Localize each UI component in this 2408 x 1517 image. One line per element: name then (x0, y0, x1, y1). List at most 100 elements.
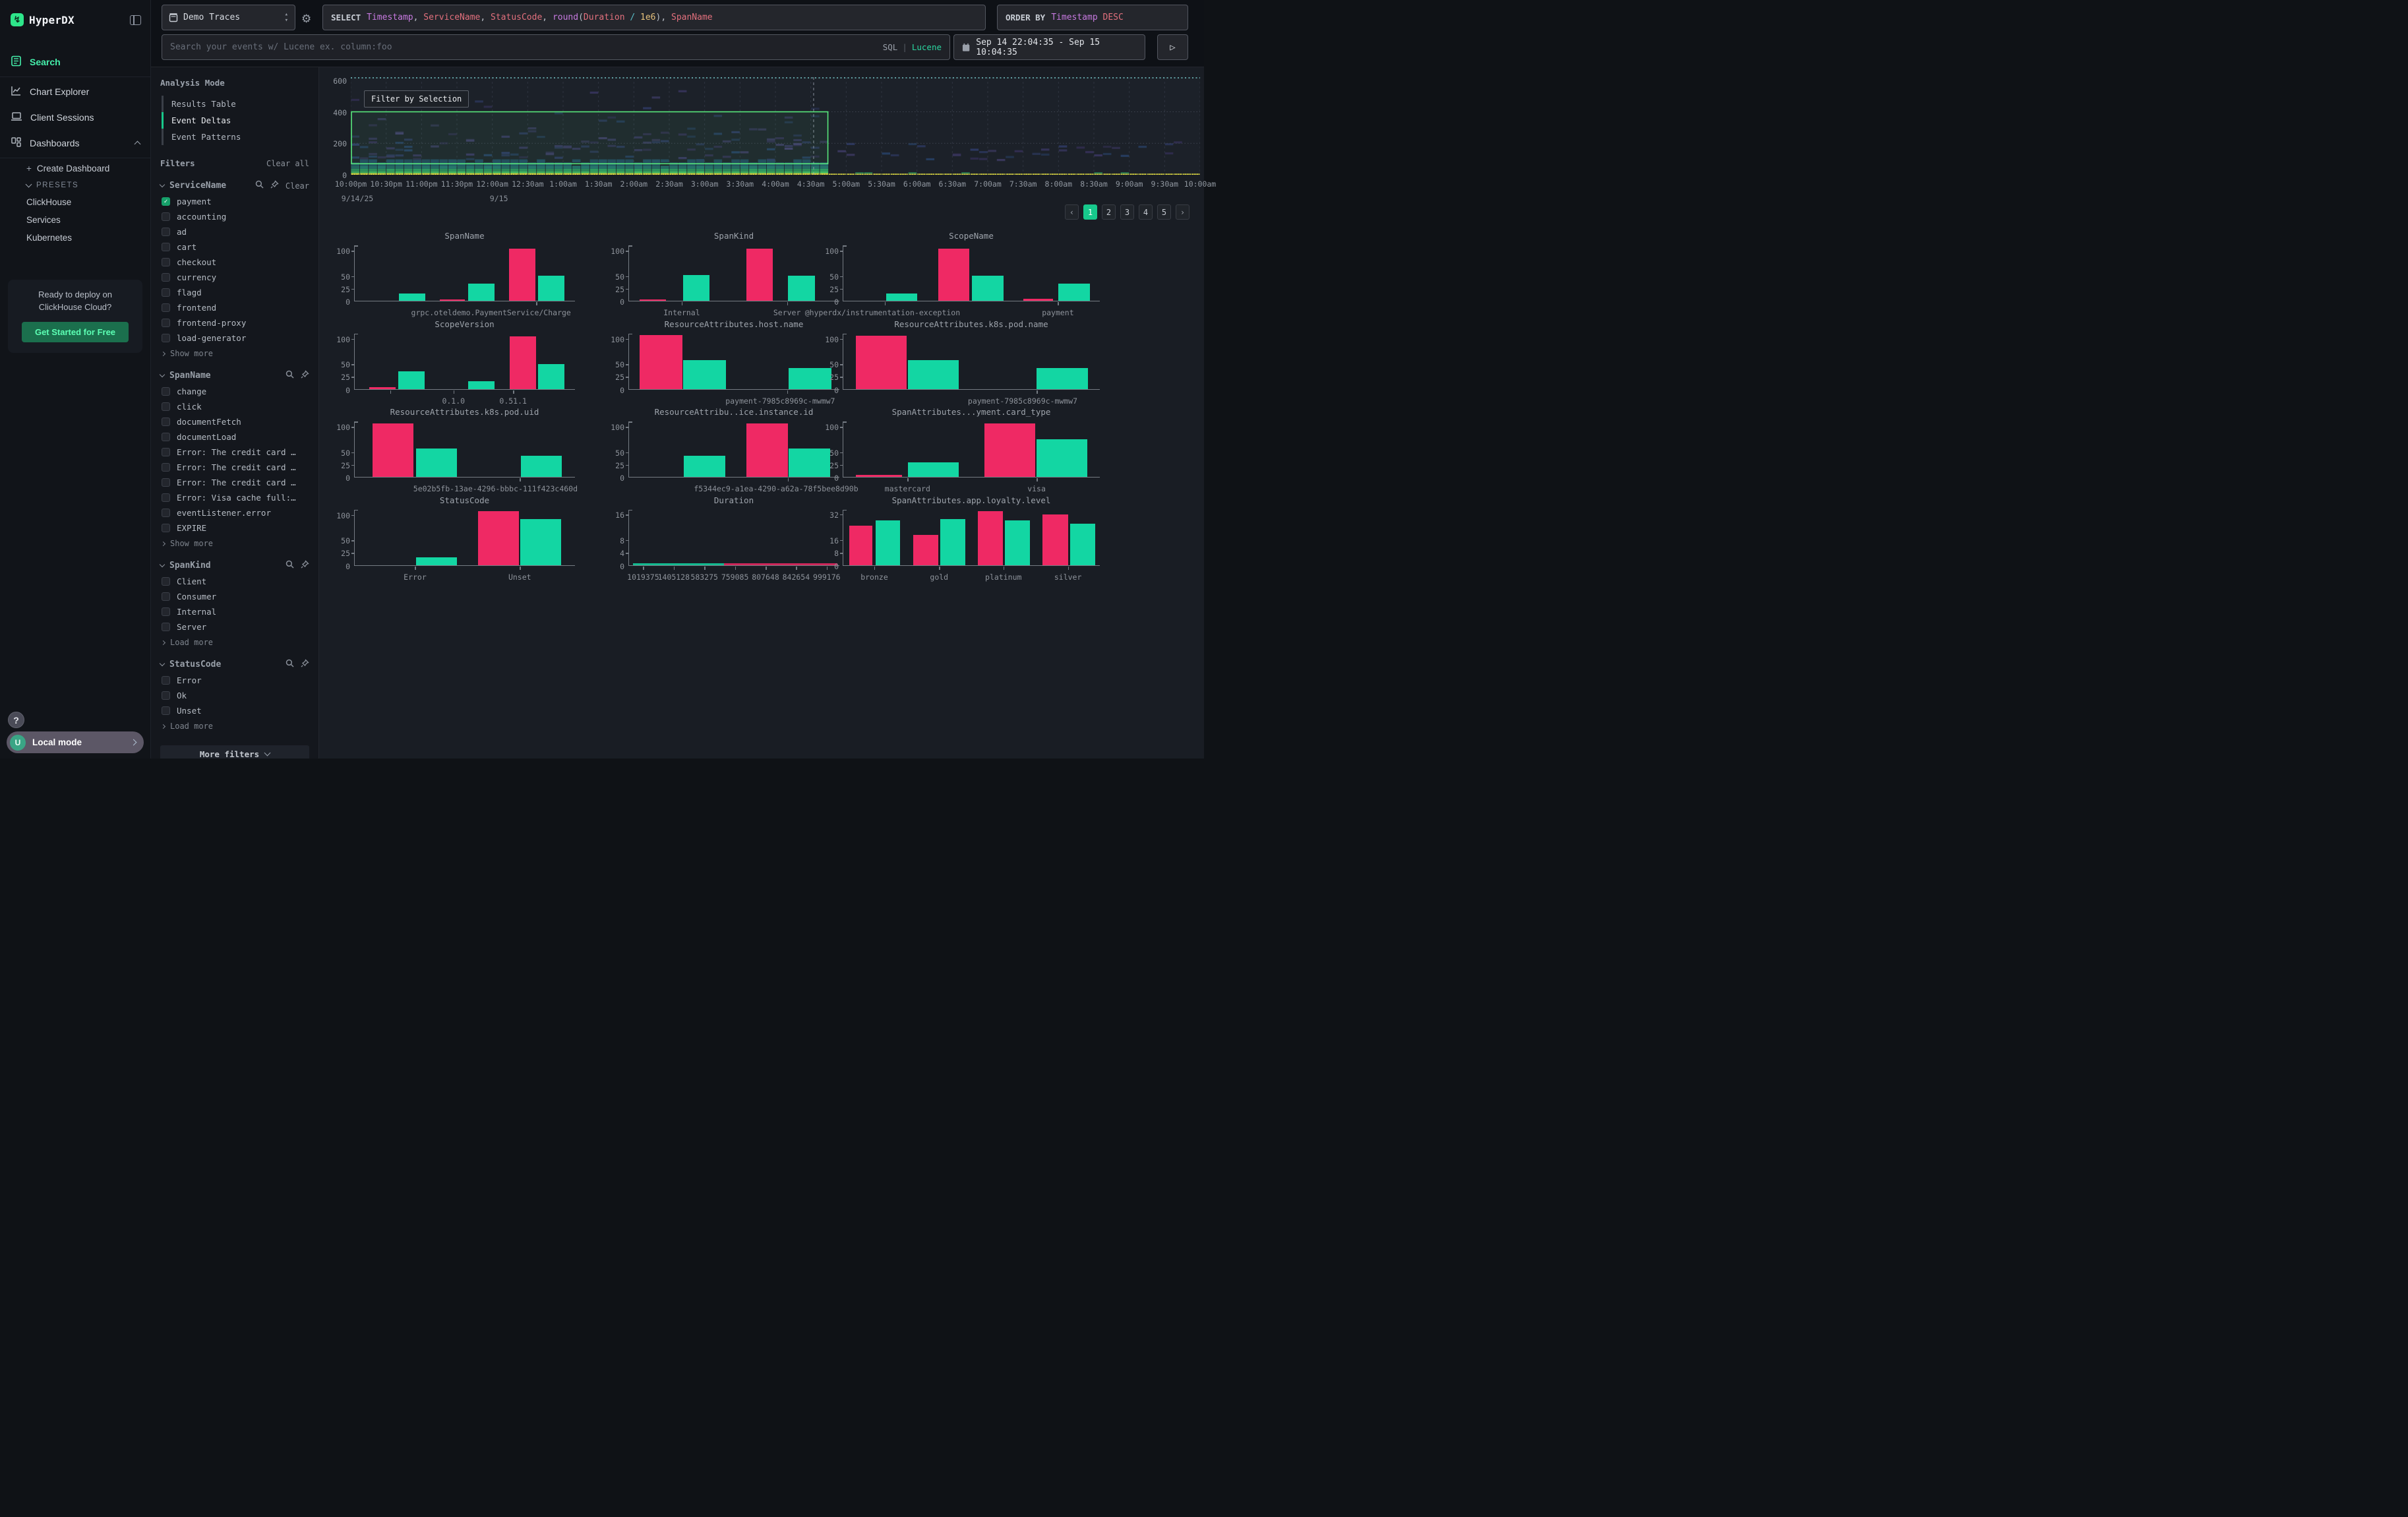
events-heatmap[interactable]: Filter by Selection (351, 77, 1200, 175)
chart-plot[interactable] (628, 245, 839, 301)
order-by-input[interactable]: ORDER BY Timestamp DESC (997, 5, 1188, 30)
chart-plot[interactable] (628, 421, 839, 478)
help-button[interactable]: ? (8, 712, 24, 728)
search-icon[interactable] (255, 180, 264, 191)
select-expression-input[interactable]: SELECT Timestamp, ServiceName, StatusCod… (322, 5, 986, 30)
pin-icon[interactable] (301, 659, 309, 670)
filter-option-error[interactable]: Error (160, 675, 309, 685)
checkbox-unchecked[interactable] (162, 706, 170, 715)
filter-option-expire[interactable]: EXPIRE (160, 523, 309, 533)
search-input[interactable] (170, 42, 883, 52)
filter-option-consumer[interactable]: Consumer (160, 592, 309, 602)
load-more-link[interactable]: Load more (160, 638, 309, 647)
filter-option-load-generator[interactable]: load-generator (160, 333, 309, 343)
sidebar-item-client-sessions[interactable]: Client Sessions (0, 105, 150, 130)
filter-option-documentfetch[interactable]: documentFetch (160, 417, 309, 427)
filter-group-header-spanname[interactable]: SpanName (160, 370, 309, 381)
filter-option-accounting[interactable]: accounting (160, 212, 309, 222)
clear-group-button[interactable]: Clear (286, 181, 309, 191)
checkbox-unchecked[interactable] (162, 228, 170, 236)
sidebar-item-chart-explorer[interactable]: Chart Explorer (0, 78, 150, 105)
checkbox-unchecked[interactable] (162, 493, 170, 502)
checkbox-unchecked[interactable] (162, 433, 170, 441)
search-icon[interactable] (286, 659, 294, 670)
filter-option-error-visa-cache-full-[interactable]: Error: Visa cache full: … (160, 493, 309, 503)
data-source-select[interactable]: Demo Traces ▴▾ (162, 5, 295, 30)
checkbox-unchecked[interactable] (162, 288, 170, 297)
filter-option-eventlistener-error[interactable]: eventListener.error (160, 508, 309, 518)
pin-icon[interactable] (301, 370, 309, 381)
chart-plot[interactable] (628, 334, 839, 390)
page-prev-button[interactable]: ‹ (1065, 204, 1079, 220)
checkbox-unchecked[interactable] (162, 303, 170, 312)
checkbox-unchecked[interactable] (162, 258, 170, 266)
page-button-5[interactable]: 5 (1157, 204, 1171, 220)
sidebar-item-search[interactable]: Search (0, 49, 150, 75)
filter-option-frontend[interactable]: frontend (160, 303, 309, 313)
filter-by-selection-button[interactable]: Filter by Selection (364, 90, 469, 108)
load-more-link[interactable]: Load more (160, 722, 309, 731)
run-query-button[interactable]: ▷ (1157, 34, 1188, 60)
analysis-mode-event-patterns[interactable]: Event Patterns (162, 129, 309, 145)
filter-group-header-spankind[interactable]: SpanKind (160, 560, 309, 571)
analysis-mode-event-deltas[interactable]: Event Deltas (162, 112, 309, 129)
more-filters-button[interactable]: More filters (160, 745, 309, 758)
lang-toggle-sql[interactable]: SQL (883, 42, 898, 52)
checkbox-unchecked[interactable] (162, 243, 170, 251)
pin-icon[interactable] (270, 180, 279, 191)
page-button-4[interactable]: 4 (1139, 204, 1153, 220)
sidebar-subitem-presets[interactable]: PRESETS (0, 177, 150, 193)
checkbox-unchecked[interactable] (162, 387, 170, 396)
filter-option-documentload[interactable]: documentLoad (160, 432, 309, 442)
checkbox-unchecked[interactable] (162, 623, 170, 631)
checkbox-unchecked[interactable] (162, 676, 170, 685)
lang-toggle-lucene[interactable]: Lucene (912, 42, 942, 52)
checkbox-unchecked[interactable] (162, 607, 170, 616)
search-icon[interactable] (286, 560, 294, 571)
checkbox-unchecked[interactable] (162, 463, 170, 472)
sidebar-collapse-icon[interactable] (130, 15, 141, 25)
sidebar-item-dashboards[interactable]: Dashboards (0, 130, 150, 156)
date-range-picker[interactable]: Sep 14 22:04:35 - Sep 15 10:04:35 (953, 34, 1145, 60)
search-icon[interactable] (286, 370, 294, 381)
page-button-3[interactable]: 3 (1120, 204, 1134, 220)
clear-all-button[interactable]: Clear all (266, 159, 309, 168)
filter-group-header-servicename[interactable]: ServiceNameClear (160, 180, 309, 191)
filter-option-error-the-credit-card-[interactable]: Error: The credit card (… (160, 462, 309, 472)
checkbox-unchecked[interactable] (162, 592, 170, 601)
filter-option-checkout[interactable]: checkout (160, 257, 309, 267)
filter-group-header-statuscode[interactable]: StatusCode (160, 659, 309, 670)
chart-plot[interactable] (843, 334, 1100, 390)
filter-option-flagd[interactable]: flagd (160, 288, 309, 297)
checkbox-unchecked[interactable] (162, 577, 170, 586)
filter-option-unset[interactable]: Unset (160, 706, 309, 716)
filter-option-click[interactable]: click (160, 402, 309, 412)
checkbox-unchecked[interactable] (162, 402, 170, 411)
chart-plot[interactable] (354, 421, 575, 478)
checkbox-unchecked[interactable] (162, 691, 170, 700)
filter-option-ad[interactable]: ad (160, 227, 309, 237)
checkbox-unchecked[interactable] (162, 509, 170, 517)
checkbox-unchecked[interactable] (162, 334, 170, 342)
checkbox-unchecked[interactable] (162, 273, 170, 282)
filter-option-change[interactable]: change (160, 387, 309, 396)
page-button-2[interactable]: 2 (1102, 204, 1116, 220)
checkbox-unchecked[interactable] (162, 212, 170, 221)
filter-option-client[interactable]: Client (160, 576, 309, 586)
chart-plot[interactable] (628, 510, 839, 566)
chart-plot[interactable] (354, 334, 575, 390)
checkbox-unchecked[interactable] (162, 524, 170, 532)
gear-icon[interactable]: ⚙ (301, 13, 311, 26)
filter-option-payment[interactable]: ✓payment (160, 197, 309, 206)
filter-option-server[interactable]: Server (160, 622, 309, 632)
sidebar-subitem-create-dashboard[interactable]: +Create Dashboard (0, 160, 150, 177)
filter-option-currency[interactable]: currency (160, 272, 309, 282)
filter-option-internal[interactable]: Internal (160, 607, 309, 617)
filter-option-error-the-credit-card-[interactable]: Error: The credit card (… (160, 447, 309, 457)
pin-icon[interactable] (301, 560, 309, 571)
checkbox-unchecked[interactable] (162, 319, 170, 327)
chart-plot[interactable] (843, 510, 1100, 566)
page-button-1[interactable]: 1 (1083, 204, 1097, 220)
chart-plot[interactable] (354, 510, 575, 566)
page-next-button[interactable]: › (1176, 204, 1189, 220)
